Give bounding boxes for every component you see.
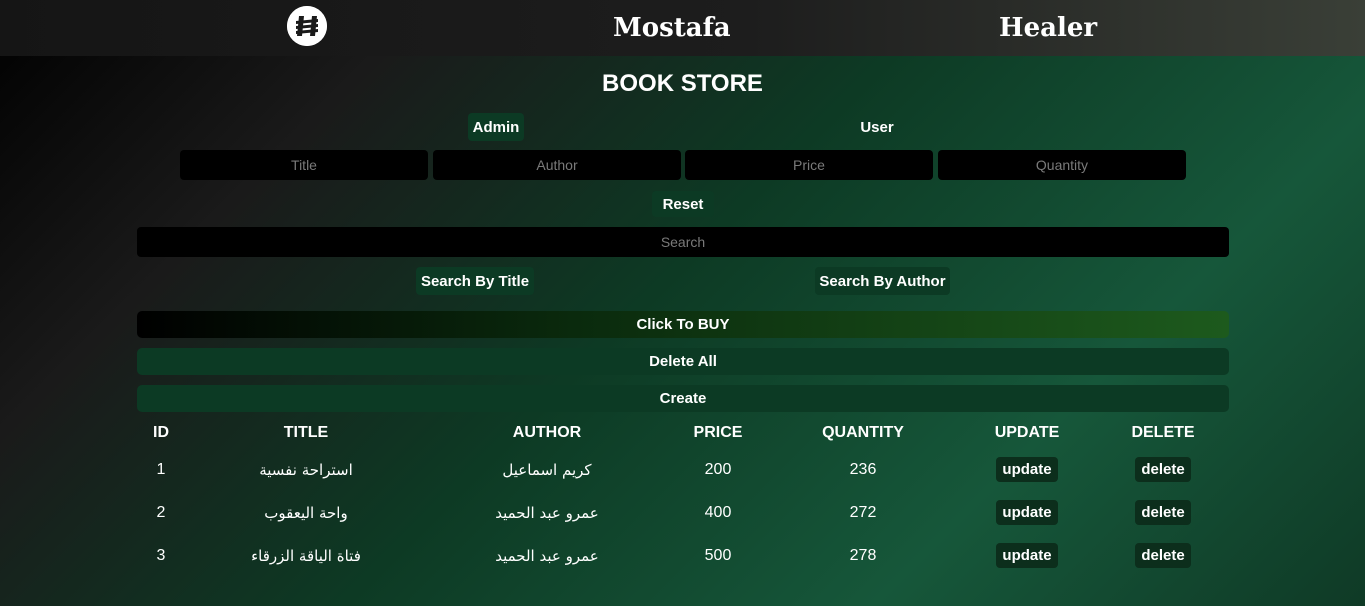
table-row: 2 واحة اليعقوب عمرو عبد الحميد 400 272 u… [137, 491, 1229, 534]
header-update: UPDATE [994, 424, 1060, 441]
cell-price: 400 [704, 503, 732, 521]
admin-mode-button[interactable]: Admin [468, 113, 524, 141]
delete-button[interactable]: delete [1135, 500, 1191, 525]
cell-delete: delete [1097, 491, 1229, 534]
cell-quantity: 278 [849, 546, 877, 564]
cell-id: 3 [156, 546, 166, 564]
page-title: BOOK STORE [602, 70, 763, 97]
brand-first-name: Mostafa [613, 13, 731, 43]
books-table: ID TITLE AUTHOR PRICE QUANTITY UPDATE DE… [137, 418, 1229, 577]
table-header-row: ID TITLE AUTHOR PRICE QUANTITY UPDATE DE… [137, 418, 1229, 448]
cell-price: 200 [704, 460, 732, 478]
update-button[interactable]: update [996, 457, 1058, 482]
cell-id: 1 [156, 460, 166, 478]
cell-id: 2 [156, 503, 166, 521]
title-input[interactable] [180, 150, 428, 180]
top-navbar: Mostafa Healer [0, 0, 1365, 56]
cell-update: update [957, 491, 1097, 534]
search-input[interactable] [137, 227, 1229, 257]
header-author: AUTHOR [512, 424, 582, 441]
cell-author: عمرو عبد الحميد [495, 503, 599, 522]
cell-delete: delete [1097, 534, 1229, 577]
price-input[interactable] [685, 150, 933, 180]
cell-delete: delete [1097, 448, 1229, 491]
cell-title: واحة اليعقوب [264, 503, 348, 522]
search-by-author-button[interactable]: Search By Author [815, 267, 950, 295]
cell-title: استراحة نفسية [259, 460, 353, 479]
reset-button[interactable]: Reset [652, 191, 714, 217]
create-button[interactable]: Create [137, 385, 1229, 412]
buy-button[interactable]: Click To BUY [137, 311, 1229, 338]
table-row: 3 فتاة الياقة الزرقاء عمرو عبد الحميد 50… [137, 534, 1229, 577]
header-id: ID [153, 424, 169, 441]
header-delete: DELETE [1131, 424, 1195, 441]
table-row: 1 استراحة نفسية كريم اسماعيل 200 236 upd… [137, 448, 1229, 491]
user-mode-button[interactable]: User [853, 113, 901, 141]
header-title: TITLE [283, 424, 329, 441]
cell-author: كريم اسماعيل [502, 460, 592, 479]
cell-quantity: 236 [849, 460, 877, 478]
cell-quantity: 272 [849, 503, 877, 521]
quantity-input[interactable] [938, 150, 1186, 180]
delete-button[interactable]: delete [1135, 543, 1191, 568]
delete-button[interactable]: delete [1135, 457, 1191, 482]
delete-all-button[interactable]: Delete All [137, 348, 1229, 375]
cell-price: 500 [704, 546, 732, 564]
brand-second-name: Healer [999, 13, 1098, 43]
update-button[interactable]: update [996, 500, 1058, 525]
author-input[interactable] [433, 150, 681, 180]
cell-update: update [957, 448, 1097, 491]
update-button[interactable]: update [996, 543, 1058, 568]
cell-title: فتاة الياقة الزرقاء [251, 546, 361, 565]
header-quantity: QUANTITY [822, 424, 904, 441]
search-by-title-button[interactable]: Search By Title [416, 267, 534, 295]
cell-update: update [957, 534, 1097, 577]
h-logo-icon[interactable] [287, 6, 327, 46]
cell-author: عمرو عبد الحميد [495, 546, 599, 565]
header-price: PRICE [693, 424, 743, 441]
